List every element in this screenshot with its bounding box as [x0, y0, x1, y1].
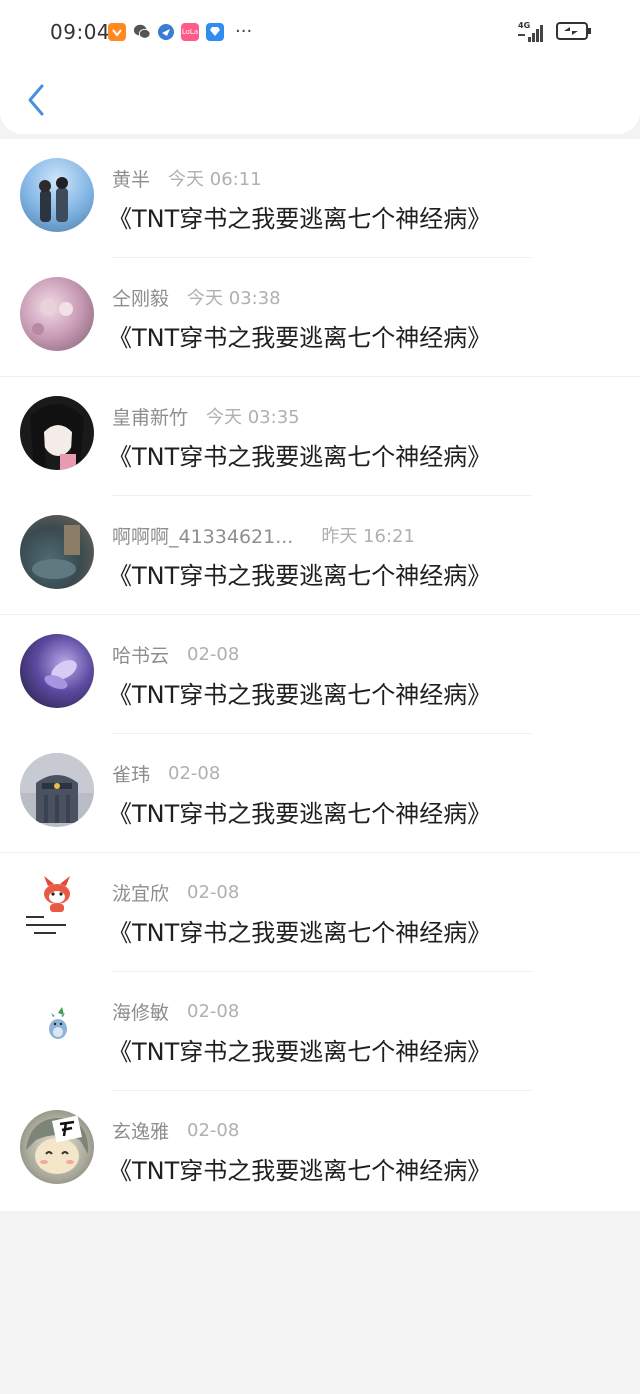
timestamp: 昨天 16:21 [321, 526, 415, 547]
more-notifications-icon: ··· [235, 21, 253, 42]
message-text[interactable]: 《TNT穿书之我要逃离七个神经病》 [108, 318, 491, 353]
avatar[interactable] [20, 396, 94, 470]
timestamp: 02-08 [187, 1119, 240, 1141]
name-line: 哈书云 02-08 [112, 641, 239, 667]
username[interactable]: 哈书云 [112, 641, 169, 668]
username[interactable]: 玄逸雅 [112, 1117, 169, 1144]
list-item[interactable]: 玄逸雅 02-08 《TNT穿书之我要逃离七个神经病》 [0, 1091, 640, 1210]
list-item[interactable]: 哈书云 02-08 《TNT穿书之我要逃离七个神经病》 [0, 615, 640, 734]
signal-icon: 4G [518, 21, 544, 43]
avatar[interactable] [20, 872, 94, 946]
list-item[interactable]: 海修敏 02-08 《TNT穿书之我要逃离七个神经病》 [0, 972, 640, 1091]
avatar[interactable] [20, 1110, 94, 1184]
username[interactable]: 海修敏 [112, 998, 169, 1025]
message-text[interactable]: 《TNT穿书之我要逃离七个神经病》 [108, 556, 491, 591]
message-text[interactable]: 《TNT穿书之我要逃离七个神经病》 [108, 675, 491, 710]
clock: 09:04 [50, 20, 111, 44]
avatar[interactable] [20, 753, 94, 827]
message-text[interactable]: 《TNT穿书之我要逃离七个神经病》 [108, 794, 491, 829]
avatar[interactable] [20, 991, 94, 1065]
name-line: 雀玮 02-08 [112, 760, 220, 786]
message-text[interactable]: 《TNT穿书之我要逃离七个神经病》 [108, 913, 491, 948]
wechat-icon [133, 23, 151, 41]
name-line: 啊啊啊_41334621... 昨天 16:21 [112, 522, 415, 548]
avatar[interactable] [20, 277, 94, 351]
back-button[interactable] [20, 80, 52, 120]
avatar[interactable] [20, 158, 94, 232]
avatar[interactable] [20, 634, 94, 708]
taobao-icon [108, 23, 126, 41]
name-line: 仝刚毅 今天 03:38 [112, 284, 281, 310]
list-item[interactable]: 啊啊啊_41334621... 昨天 16:21 《TNT穿书之我要逃离七个神经… [0, 496, 640, 615]
top-bar: 09:04 LoLa ··· 4G [0, 0, 640, 134]
notification-icons: LoLa ··· [108, 23, 252, 41]
message-text[interactable]: 《TNT穿书之我要逃离七个神经病》 [108, 199, 491, 234]
status-bar: 09:04 LoLa ··· 4G [0, 0, 640, 66]
username[interactable]: 泷宜欣 [112, 879, 169, 906]
timestamp: 今天 03:38 [187, 288, 281, 309]
chevron-left-icon [28, 84, 44, 116]
username[interactable]: 啊啊啊_41334621... [112, 522, 293, 549]
list-item[interactable]: 皇甫新竹 今天 03:35 《TNT穿书之我要逃离七个神经病》 [0, 377, 640, 496]
list-item[interactable]: 雀玮 02-08 《TNT穿书之我要逃离七个神经病》 [0, 734, 640, 853]
name-line: 皇甫新竹 今天 03:35 [112, 403, 300, 429]
username[interactable]: 黄半 [112, 165, 150, 192]
username[interactable]: 皇甫新竹 [112, 403, 188, 430]
timestamp: 02-08 [187, 1000, 240, 1022]
timestamp: 今天 03:35 [206, 407, 300, 428]
name-line: 黄半 今天 06:11 [112, 165, 262, 191]
message-text[interactable]: 《TNT穿书之我要逃离七个神经病》 [108, 437, 491, 472]
name-line: 泷宜欣 02-08 [112, 879, 239, 905]
list-item[interactable]: 黄半 今天 06:11 《TNT穿书之我要逃离七个神经病》 [0, 139, 640, 258]
lofter-icon: LoLa [181, 23, 199, 41]
avatar[interactable] [20, 515, 94, 589]
message-text[interactable]: 《TNT穿书之我要逃离七个神经病》 [108, 1151, 491, 1186]
list-item[interactable]: 仝刚毅 今天 03:38 《TNT穿书之我要逃离七个神经病》 [0, 258, 640, 377]
name-line: 玄逸雅 02-08 [112, 1117, 239, 1143]
username[interactable]: 雀玮 [112, 760, 150, 787]
timestamp: 02-08 [187, 881, 240, 903]
system-status: 4G [518, 21, 592, 44]
message-text[interactable]: 《TNT穿书之我要逃离七个神经病》 [108, 1032, 491, 1067]
browser-icon [158, 24, 174, 40]
timestamp: 02-08 [187, 643, 240, 665]
store-icon [206, 23, 224, 41]
list-item[interactable]: 泷宜欣 02-08 《TNT穿书之我要逃离七个神经病》 [0, 853, 640, 972]
name-line: 海修敏 02-08 [112, 998, 239, 1024]
timestamp: 02-08 [168, 762, 221, 784]
battery-icon [556, 22, 592, 44]
comment-list: 黄半 今天 06:11 《TNT穿书之我要逃离七个神经病》 仝刚毅 今天 03:… [0, 139, 640, 1211]
username[interactable]: 仝刚毅 [112, 284, 169, 311]
timestamp: 今天 06:11 [168, 169, 262, 190]
